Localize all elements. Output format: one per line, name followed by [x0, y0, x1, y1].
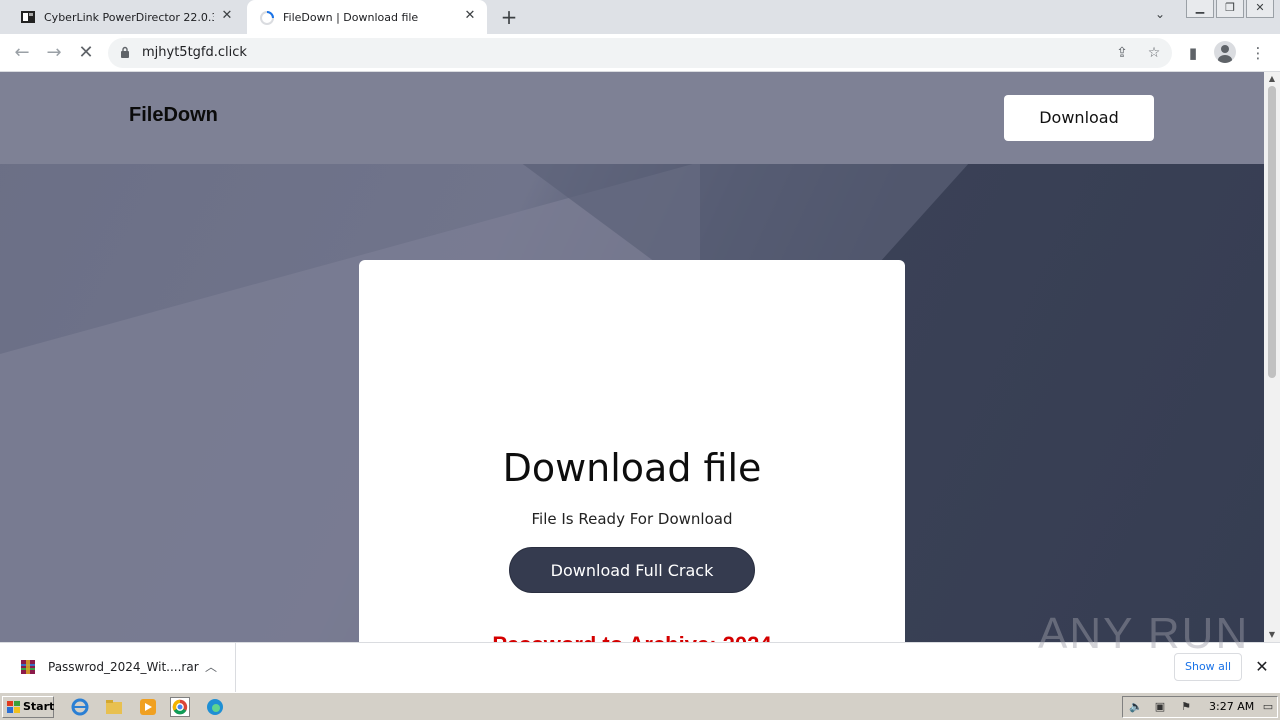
- file-explorer-icon[interactable]: [104, 697, 124, 717]
- bookmark-star-icon[interactable]: ☆: [1146, 45, 1162, 61]
- download-filename: Passwrod_2024_Wit....rar: [48, 660, 199, 674]
- show-desktop-icon[interactable]: ▭: [1261, 700, 1275, 714]
- address-bar[interactable]: mjhyt5tgfd.click ⇪ ☆: [108, 38, 1172, 68]
- side-panel-icon[interactable]: ▮: [1182, 42, 1204, 64]
- forward-arrow-icon[interactable]: →: [43, 42, 65, 64]
- action-center-flag-icon[interactable]: ⚑: [1179, 700, 1193, 714]
- site-logo[interactable]: FileDown: [129, 104, 218, 127]
- system-tray: 🔈 ▣ ⚑ 3:27 AM ▭: [1122, 696, 1278, 718]
- page-viewport: FileDown Download Download file File Is …: [0, 72, 1264, 642]
- header-download-button[interactable]: Download: [1004, 95, 1154, 141]
- system-clock: 3:27 AM: [1209, 700, 1255, 713]
- network-icon[interactable]: ▣: [1153, 700, 1167, 714]
- download-shelf: ANY RUN Passwrod_2024_Wit....rar ︿ Show …: [0, 609, 1280, 693]
- show-all-button[interactable]: Show all: [1174, 653, 1242, 681]
- download-item[interactable]: Passwrod_2024_Wit....rar ︿: [0, 643, 236, 693]
- restore-icon[interactable]: ❐: [1216, 0, 1244, 18]
- loading-spinner-icon: [260, 10, 274, 25]
- window-close-icon[interactable]: ✕: [1246, 0, 1274, 18]
- chrome-icon[interactable]: [170, 697, 190, 717]
- anyrun-watermark: ANY RUN: [1038, 609, 1250, 658]
- close-shelf-icon[interactable]: ✕: [1252, 657, 1272, 677]
- start-label: Start: [23, 700, 55, 713]
- download-full-crack-button[interactable]: Download Full Crack: [509, 547, 755, 593]
- edge-icon[interactable]: [205, 697, 225, 717]
- new-tab-button[interactable]: +: [498, 6, 520, 28]
- start-button[interactable]: Start: [2, 696, 54, 718]
- close-tab-icon[interactable]: ✕: [463, 9, 477, 23]
- share-icon[interactable]: ⇪: [1114, 45, 1130, 61]
- scroll-up-icon[interactable]: ▲: [1264, 72, 1280, 86]
- tab-title: FileDown | Download file: [283, 11, 419, 24]
- volume-icon[interactable]: 🔈: [1129, 700, 1143, 714]
- cyberlink-icon: [21, 11, 35, 23]
- page-title: Download file: [502, 446, 762, 490]
- tab-title: CyberLink PowerDirector 22.0.3215: [44, 10, 214, 24]
- archive-password-text: Password to Archive: 2024: [359, 632, 905, 642]
- tab-filedown[interactable]: FileDown | Download file ✕: [247, 0, 487, 35]
- tab-search-chevron-icon[interactable]: ⌄: [1150, 7, 1170, 27]
- window-controls: ▁ ❐ ✕: [1186, 0, 1274, 18]
- rar-archive-icon: [21, 660, 35, 674]
- site-header: FileDown Download: [0, 72, 1264, 164]
- lock-icon: [121, 46, 129, 58]
- url-text: mjhyt5tgfd.click: [142, 45, 247, 60]
- internet-explorer-icon[interactable]: [70, 697, 90, 717]
- tab-strip: CyberLink PowerDirector 22.0.3215 ✕ File…: [0, 0, 1280, 35]
- download-card: Download file File Is Ready For Download…: [359, 260, 905, 642]
- windows-flag-icon: [7, 701, 20, 713]
- chevron-up-icon[interactable]: ︿: [205, 658, 217, 675]
- close-tab-icon[interactable]: ✕: [220, 9, 234, 23]
- tab-cyberlink[interactable]: CyberLink PowerDirector 22.0.3215 ✕: [8, 0, 244, 34]
- scroll-down-icon[interactable]: ▼: [1264, 628, 1280, 642]
- profile-avatar-icon[interactable]: [1214, 41, 1236, 63]
- media-player-icon[interactable]: [138, 697, 158, 717]
- scrollbar-thumb[interactable]: [1268, 86, 1276, 378]
- menu-kebab-icon[interactable]: ⋮: [1247, 42, 1269, 64]
- stop-loading-icon[interactable]: ✕: [75, 42, 97, 64]
- windows-taskbar: Start 🔈 ▣ ⚑ 3:27 AM ▭: [0, 692, 1280, 720]
- minimize-icon[interactable]: ▁: [1186, 0, 1214, 18]
- ready-text: File Is Ready For Download: [531, 510, 733, 528]
- back-arrow-icon[interactable]: ←: [11, 42, 33, 64]
- browser-toolbar: ← → ✕ mjhyt5tgfd.click ⇪ ☆ ▮ ⋮: [0, 34, 1280, 72]
- page-scrollbar[interactable]: ▲ ▼: [1264, 72, 1280, 642]
